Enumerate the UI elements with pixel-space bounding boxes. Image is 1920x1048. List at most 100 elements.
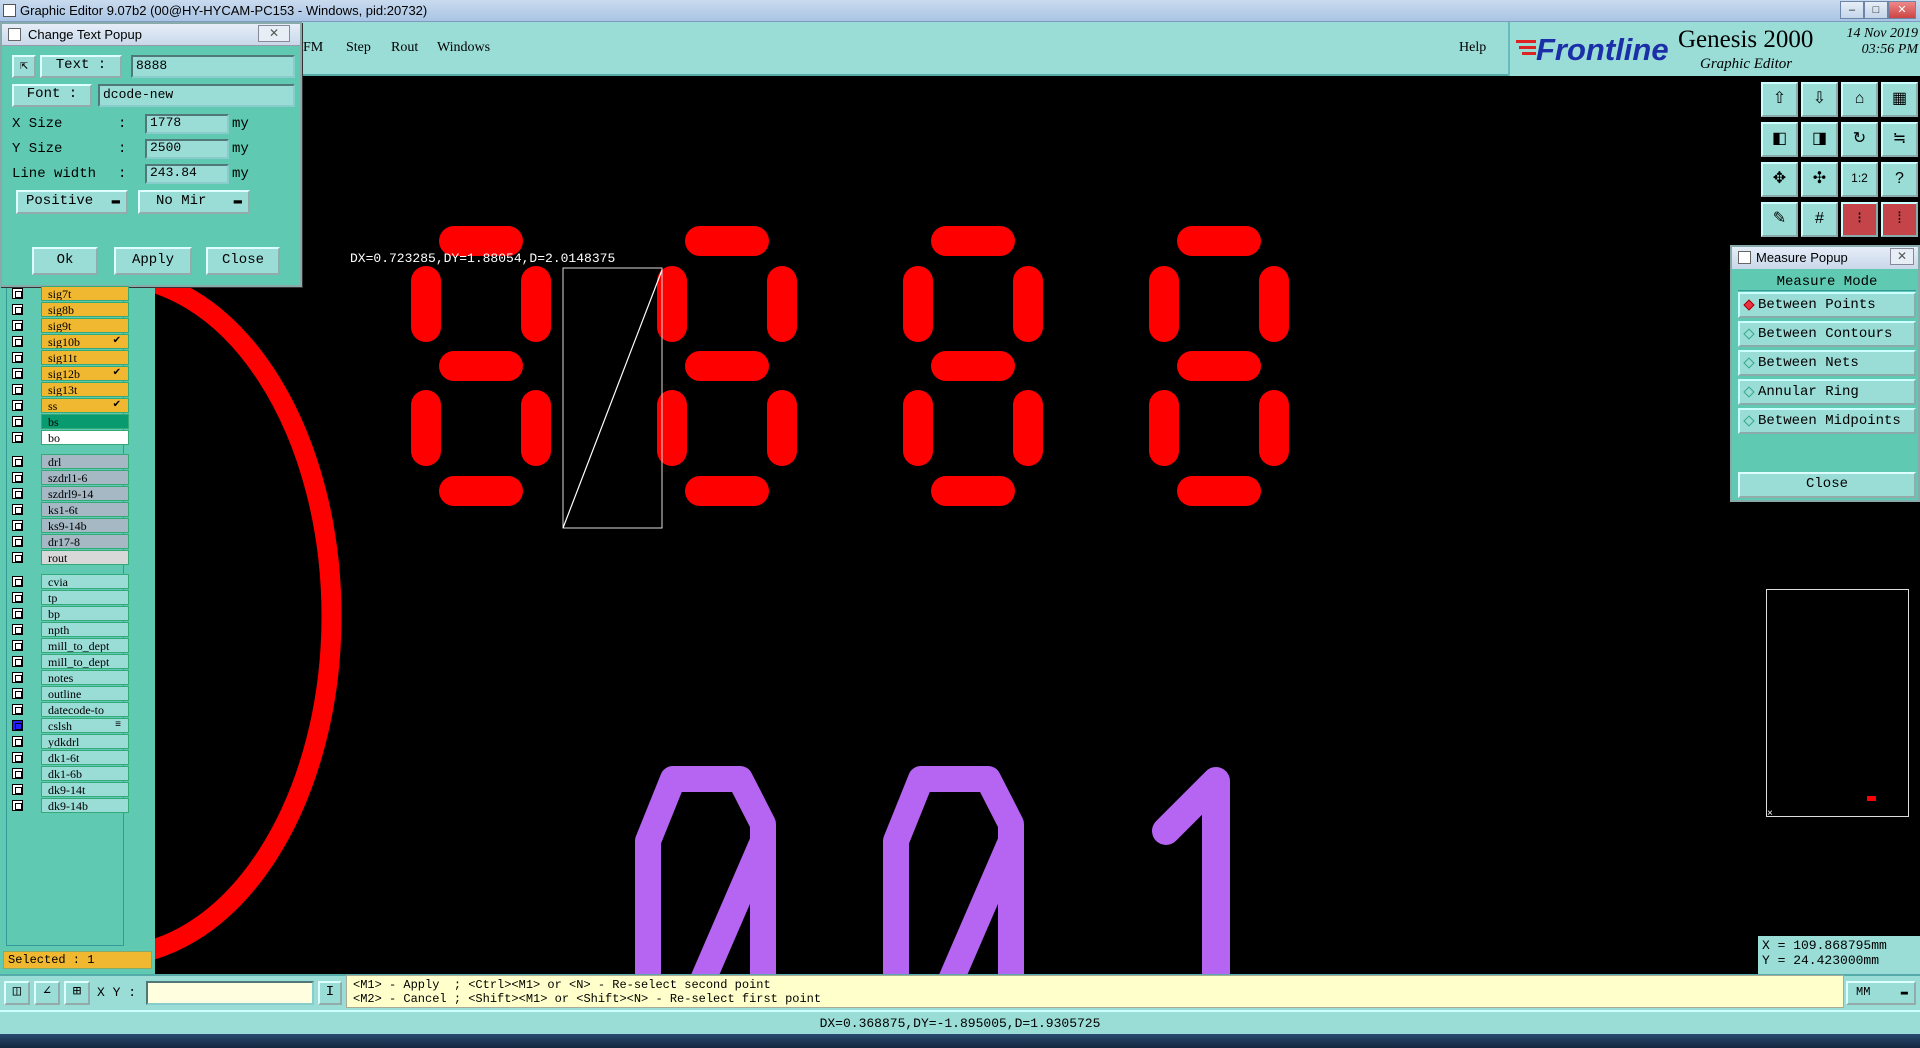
snap-icon[interactable]: ≒	[1881, 122, 1918, 157]
layer-checkbox[interactable]	[12, 768, 23, 779]
text-input[interactable]: 8888	[131, 55, 295, 78]
layer-item[interactable]: datecode-to	[6, 702, 129, 717]
layer-item[interactable]: notes	[6, 670, 129, 685]
layer-item[interactable]: mill_to_dept	[6, 638, 129, 653]
layer-color-icon[interactable]: ⁝	[1841, 202, 1878, 237]
layer-checkbox[interactable]	[12, 504, 23, 515]
save-icon[interactable]: ⇩	[1801, 82, 1838, 117]
layer-checkbox[interactable]	[12, 736, 23, 747]
layer-item[interactable]: bs	[6, 414, 129, 429]
overview-map[interactable]: ×	[1766, 589, 1909, 819]
layer-checkbox[interactable]	[12, 456, 23, 467]
font-label-button[interactable]: Font :	[12, 84, 92, 107]
layer-item[interactable]: bp	[6, 606, 129, 621]
layer-item[interactable]: sig8b	[6, 302, 129, 317]
x-size-input[interactable]: 1778	[145, 114, 229, 134]
window-title-bar[interactable]: Graphic Editor 9.07b2 (00@HY-HYCAM-PC153…	[0, 0, 1920, 22]
layer-checkbox[interactable]	[12, 800, 23, 811]
measure-option[interactable]: Annular Ring	[1738, 379, 1916, 405]
menu-fm[interactable]: FM	[303, 40, 323, 56]
layer-item[interactable]: sig12b ✔	[6, 366, 129, 381]
layer-item[interactable]: sig13t	[6, 382, 129, 397]
fit-icon[interactable]: ✥	[1761, 162, 1798, 197]
popup-close-icon[interactable]: ✕	[258, 25, 290, 42]
layer-filter-icon[interactable]: ⁞	[1881, 202, 1918, 237]
layer-checkbox[interactable]	[12, 432, 23, 443]
layer-item[interactable]: dk1-6b	[6, 766, 129, 781]
layer-item[interactable]: szdrl1-6	[6, 470, 129, 485]
units-select[interactable]: MM ▬	[1846, 981, 1916, 1005]
layer-checkbox[interactable]	[12, 488, 23, 499]
mirror-select[interactable]: No Mir ▬	[138, 190, 250, 214]
pan-right-icon[interactable]: ◨	[1801, 122, 1838, 157]
open-icon[interactable]: ⇧	[1761, 82, 1798, 117]
layer-checkbox[interactable]	[12, 304, 23, 315]
layer-item[interactable]: tp	[6, 590, 129, 605]
layer-item[interactable]: szdrl9-14	[6, 486, 129, 501]
ok-button[interactable]: Ok	[32, 247, 98, 275]
pan-left-icon[interactable]: ◧	[1761, 122, 1798, 157]
layer-checkbox[interactable]	[12, 704, 23, 715]
layer-checkbox[interactable]	[12, 552, 23, 563]
font-input[interactable]: dcode-new	[98, 84, 295, 107]
layer-checkbox[interactable]	[12, 320, 23, 331]
popup-title-bar[interactable]: Change Text Popup ✕	[2, 24, 300, 46]
grid-icon[interactable]: #	[1801, 202, 1838, 237]
layer-item[interactable]: dk9-14t	[6, 782, 129, 797]
layer-checkbox[interactable]	[12, 640, 23, 651]
help-icon[interactable]: ?	[1881, 162, 1918, 197]
layer-item[interactable]: mill_to_dept	[6, 654, 129, 669]
scale-icon[interactable]: 1:2	[1841, 162, 1878, 197]
layer-checkbox[interactable]	[12, 784, 23, 795]
apply-button[interactable]: Apply	[114, 247, 192, 275]
measure-option[interactable]: Between Midpoints	[1738, 408, 1916, 434]
snap-mode-icon[interactable]: ◫	[4, 981, 30, 1005]
brush-icon[interactable]: ✎	[1761, 202, 1798, 237]
layer-item[interactable]: drl	[6, 454, 129, 469]
zoom-toggle-icon[interactable]: ↻	[1841, 122, 1878, 157]
layer-checkbox[interactable]	[12, 576, 23, 587]
layer-item[interactable]: sig11t	[6, 350, 129, 365]
menu-rout[interactable]: Rout	[391, 40, 418, 56]
layer-checkbox[interactable]	[12, 336, 23, 347]
layer-item[interactable]: bo	[6, 430, 129, 445]
minimize-icon[interactable]: –	[1840, 1, 1864, 19]
layer-checkbox[interactable]	[12, 536, 23, 547]
menu-help[interactable]: Help	[1459, 40, 1486, 56]
layer-checkbox[interactable]	[12, 672, 23, 683]
layer-checkbox[interactable]	[12, 288, 23, 299]
layer-item[interactable]: ks1-6t	[6, 502, 129, 517]
layer-checkbox[interactable]	[12, 688, 23, 699]
layer-item[interactable]: ss ✔	[6, 398, 129, 413]
layer-item[interactable]: dk1-6t	[6, 750, 129, 765]
layer-checkbox[interactable]	[12, 384, 23, 395]
close-icon[interactable]: ✕	[1888, 1, 1916, 19]
layer-item[interactable]: outline	[6, 686, 129, 701]
layer-checkbox[interactable]	[12, 592, 23, 603]
layer-item[interactable]: dr17-8	[6, 534, 129, 549]
home-icon[interactable]: ⌂	[1841, 82, 1878, 117]
measure-option[interactable]: Between Nets	[1738, 350, 1916, 376]
layer-item[interactable]: cslsh ≡	[6, 718, 129, 733]
layer-checkbox[interactable]	[12, 608, 23, 619]
layer-checkbox[interactable]	[12, 520, 23, 531]
layer-item[interactable]: cvia	[6, 574, 129, 589]
layer-checkbox[interactable]	[12, 368, 23, 379]
os-taskbar[interactable]	[0, 1034, 1920, 1048]
layer-item[interactable]: ks9-14b	[6, 518, 129, 533]
layer-checkbox[interactable]	[12, 472, 23, 483]
layer-checkbox[interactable]	[12, 624, 23, 635]
measure-option[interactable]: Between Points	[1738, 292, 1916, 318]
layer-item[interactable]: ydkdrl	[6, 734, 129, 749]
measure-close-icon[interactable]: ✕	[1890, 248, 1914, 265]
text-label-button[interactable]: Text :	[40, 55, 122, 78]
pick-arrow-icon[interactable]: ⇱	[12, 55, 36, 78]
y-size-input[interactable]: 2500	[145, 139, 229, 159]
measure-popup-title-bar[interactable]: Measure Popup ✕	[1732, 247, 1918, 269]
layer-checkbox[interactable]	[12, 656, 23, 667]
layer-item[interactable]: npth	[6, 622, 129, 637]
layer-item[interactable]: sig9t	[6, 318, 129, 333]
layout-icon[interactable]: ▦	[1881, 82, 1918, 117]
menu-step[interactable]: Step	[346, 40, 371, 56]
maximize-icon[interactable]: □	[1864, 1, 1888, 19]
